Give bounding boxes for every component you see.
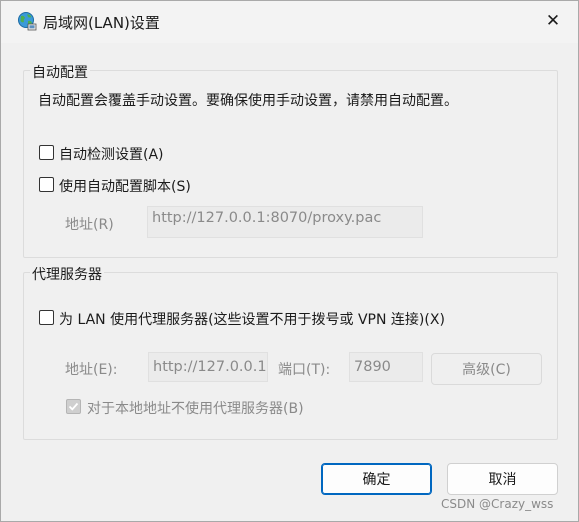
bypass-local-label[interactable]: 对于本地地址不使用代理服务器(B) [87, 398, 304, 418]
proxy-port-field[interactable]: 7890 [349, 352, 423, 382]
ok-button[interactable]: 确定 [321, 463, 432, 495]
advanced-button[interactable]: 高级(C) [431, 353, 542, 385]
close-icon: ✕ [545, 11, 561, 31]
watermark-text: CSDN @Crazy_wss [441, 497, 554, 511]
use-proxy-label[interactable]: 为 LAN 使用代理服务器(这些设置不用于拨号或 VPN 连接)(X) [59, 309, 445, 329]
title-bar[interactable]: 局域网(LAN)设置 ✕ [1, 1, 578, 43]
proxy-address-field[interactable]: http://127.0.0.1 [148, 352, 268, 382]
proxy-address-label: 地址(E): [65, 362, 118, 378]
network-globe-icon [17, 11, 37, 31]
use-script-checkbox[interactable] [39, 177, 54, 192]
use-proxy-checkbox[interactable] [39, 310, 54, 325]
checkmark-icon [68, 402, 79, 411]
auto-config-description: 自动配置会覆盖手动设置。要确保使用手动设置，请禁用自动配置。 [38, 93, 458, 109]
lan-settings-dialog: 局域网(LAN)设置 ✕ 自动配置 自动配置会覆盖手动设置。要确保使用手动设置，… [0, 0, 579, 522]
use-script-label[interactable]: 使用自动配置脚本(S) [59, 176, 191, 196]
window-title: 局域网(LAN)设置 [43, 14, 160, 32]
close-button[interactable]: ✕ [535, 4, 571, 38]
bypass-local-checkbox[interactable] [66, 399, 81, 414]
proxy-port-label: 端口(T): [278, 362, 331, 378]
auto-detect-checkbox[interactable] [39, 145, 54, 160]
auto-detect-label[interactable]: 自动检测设置(A) [59, 144, 164, 164]
script-address-field[interactable]: http://127.0.0.1:8070/proxy.pac [147, 206, 423, 238]
cancel-button[interactable]: 取消 [447, 463, 558, 495]
proxy-group-title: 代理服务器 [30, 264, 104, 284]
auto-config-group-title: 自动配置 [30, 62, 90, 82]
script-address-label: 地址(R) [65, 217, 114, 233]
